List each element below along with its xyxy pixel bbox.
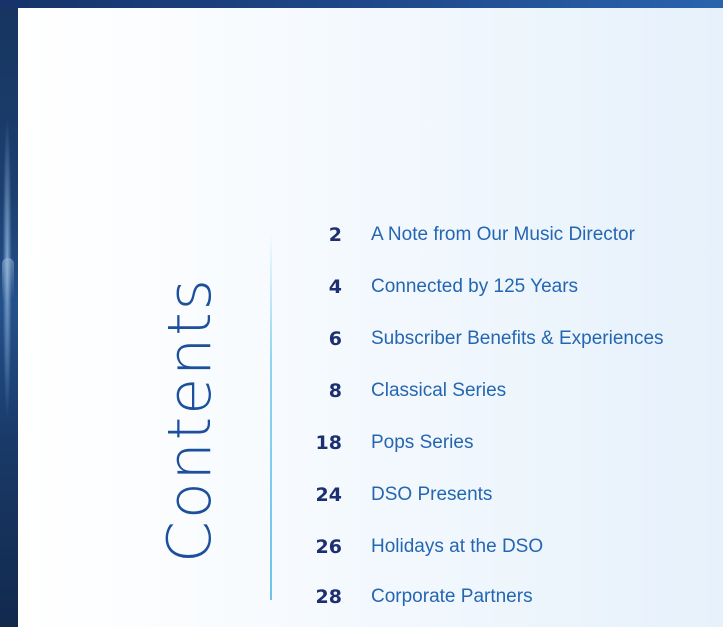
toc-page-number: 28	[315, 586, 342, 608]
toc-page-number: 24	[315, 484, 342, 506]
toc-page-number: 4	[328, 276, 342, 298]
toc-title: Corporate Partners	[371, 586, 533, 607]
toc-title: Connected by 125 Years	[371, 276, 579, 297]
toc-title: Pops Series	[371, 432, 474, 453]
toc-title: A Note from Our Music Director	[371, 224, 635, 245]
toc-item[interactable]: 24 DSO Presents	[0, 480, 723, 510]
toc-item[interactable]: 28 Corporate Partners	[0, 582, 723, 612]
toc-page-number: 26	[315, 536, 342, 558]
toc-page-number: 8	[328, 380, 342, 402]
contents-page: Contents 2 A Note from Our Music Directo…	[0, 0, 723, 627]
toc-item[interactable]: 8 Classical Series	[0, 376, 723, 406]
contents-heading: Contents	[155, 277, 225, 563]
toc-title: Holidays at the DSO	[371, 536, 544, 557]
toc-title: Classical Series	[371, 380, 507, 401]
toc-page-number: 18	[315, 432, 342, 454]
toc-title: Subscriber Benefits & Experiences	[371, 328, 664, 349]
toc-item[interactable]: 2 A Note from Our Music Director	[0, 220, 723, 250]
toc-title: DSO Presents	[371, 484, 493, 505]
toc-item[interactable]: 4 Connected by 125 Years	[0, 272, 723, 302]
top-color-band	[0, 0, 723, 8]
toc-item[interactable]: 18 Pops Series	[0, 428, 723, 458]
toc-item[interactable]: 26 Holidays at the DSO	[0, 532, 723, 562]
toc-page-number: 2	[328, 224, 342, 246]
toc-page-number: 6	[328, 328, 342, 350]
toc-item[interactable]: 6 Subscriber Benefits & Experiences	[0, 324, 723, 354]
